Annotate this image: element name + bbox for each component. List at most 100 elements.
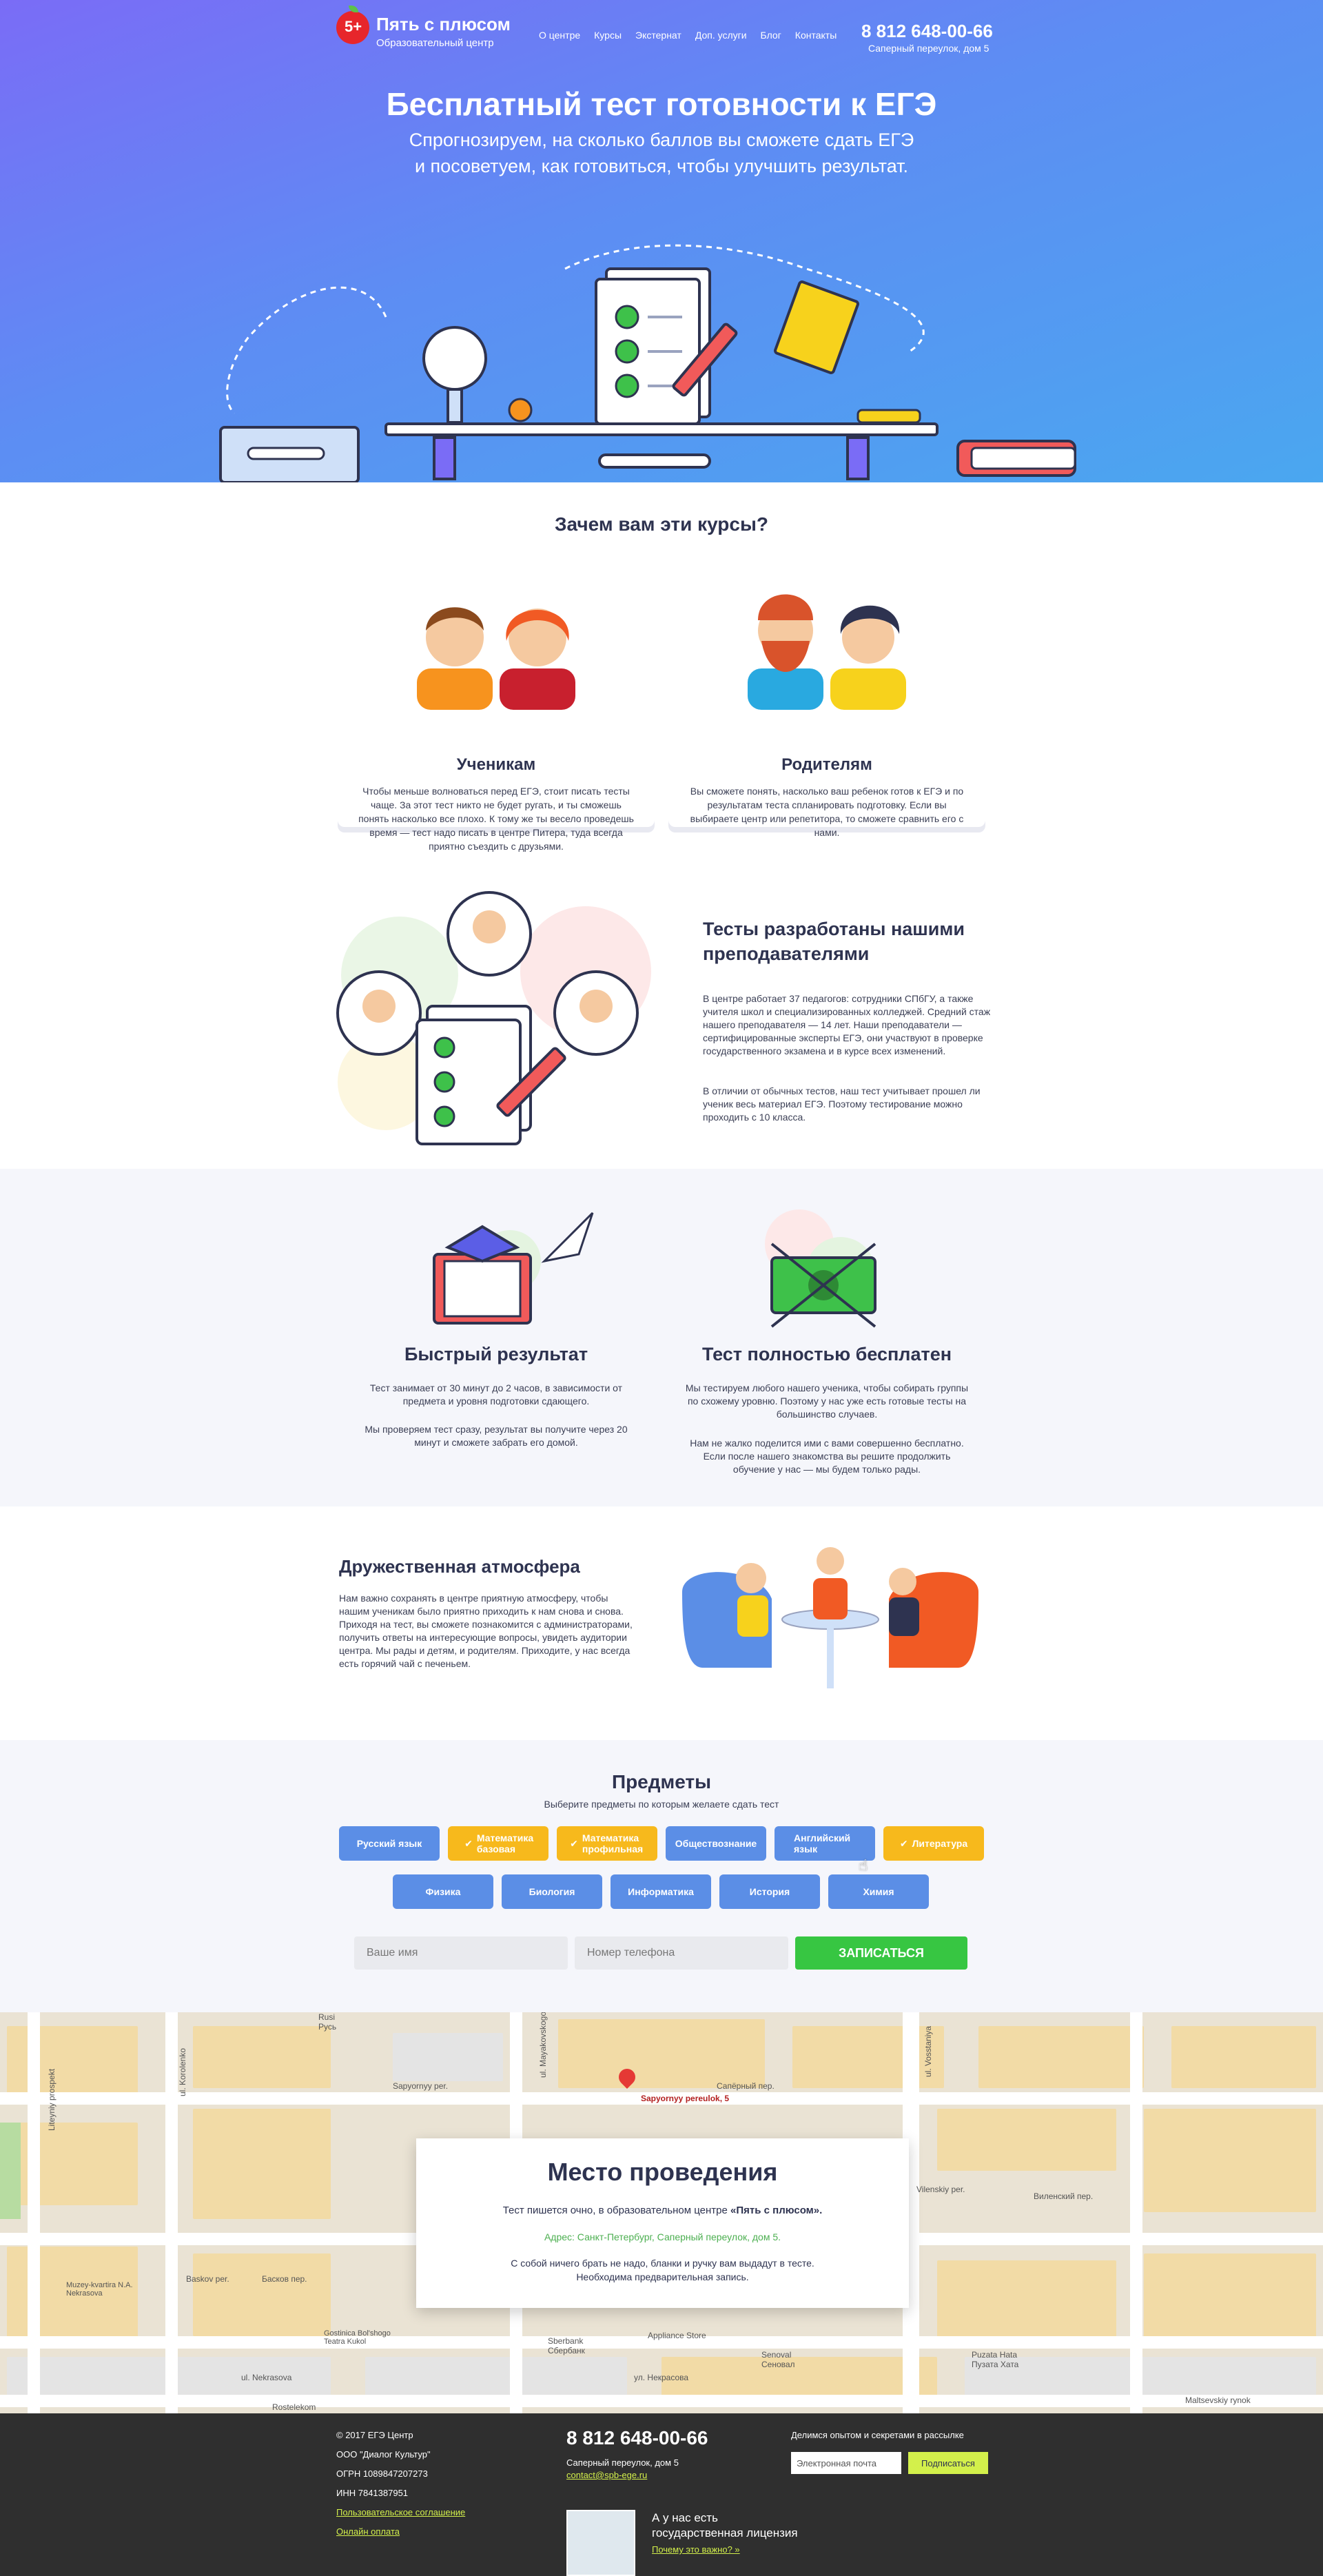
venue-center-name: «Пять с плюсом».	[730, 2205, 823, 2216]
license-link[interactable]: Почему это важно? »	[652, 2544, 740, 2555]
hero-section: 5+ Пять с плюсом Образовательный центр О…	[0, 0, 1323, 482]
subject-social[interactable]: Обществознание	[666, 1826, 766, 1861]
venue-line-4: Необходима предварительная запись.	[576, 2271, 749, 2282]
venue-line-1: Тест пишется очно, в образовательном цен…	[416, 2205, 909, 2216]
hero-subtitle-line-2: и посоветуем, как готовиться, чтобы улуч…	[414, 156, 909, 176]
subject-chemistry[interactable]: Химия	[828, 1874, 929, 1909]
teachers-text-2: В отличии от обычных тестов, наш тест уч…	[703, 1085, 981, 1123]
footer-payment-link[interactable]: Онлайн оплата	[336, 2526, 400, 2537]
hand-cursor-icon: ☝	[859, 1857, 868, 1874]
atmosphere-text: Нам важно сохранять в центре приятную ат…	[339, 1593, 633, 1669]
parents-card-text: Вы сможете понять, насколько ваш ребенок…	[690, 786, 964, 838]
nav-about[interactable]: О центре	[539, 30, 580, 41]
parents-illustration	[748, 594, 906, 710]
submit-button[interactable]: ЗАПИСАТЬСЯ	[795, 1936, 967, 1970]
license-line-2: государственная лицензия	[652, 2526, 798, 2539]
footer-copyright: © 2017 ЕГЭ Центр	[336, 2430, 413, 2440]
nav-blog[interactable]: Блог	[761, 30, 781, 41]
fast-result-title: Быстрый результат	[404, 1344, 588, 1364]
map-label: Rusi	[318, 2012, 336, 2022]
nav-courses[interactable]: Курсы	[594, 30, 622, 41]
hero-title: Бесплатный тест готовности к ЕГЭ	[386, 86, 937, 122]
subject-math-profile[interactable]: ✔ Математика профильная	[557, 1826, 657, 1861]
newsletter-title: Делимся опытом и секретами в рассылке	[791, 2430, 964, 2440]
subject-history[interactable]: История	[719, 1874, 820, 1909]
footer-inn: ИНН 7841387951	[336, 2488, 409, 2498]
phone-input[interactable]: Номер телефона	[575, 1936, 788, 1970]
subscribe-button[interactable]: Подписаться	[908, 2452, 988, 2474]
free-test-title: Тест полностью бесплатен	[701, 1344, 952, 1364]
students-card-text: Чтобы меньше волноваться перед ЕГЭ, стои…	[358, 786, 634, 852]
map-label: Sapyornyy per.	[393, 2081, 449, 2091]
map-label: ul. Nekrasova	[241, 2373, 292, 2382]
logo-subtitle: Образовательный центр	[376, 37, 494, 49]
students-illustration	[417, 607, 575, 710]
map-label: ul. Vosstaniya	[923, 2025, 934, 2078]
map-label: Русь	[318, 2022, 337, 2032]
logo-badge: 5+	[345, 18, 362, 35]
map-label: ул. Некрасова	[634, 2373, 689, 2382]
desk-illustration	[219, 244, 1076, 482]
teachers-title-line-2: преподавателями	[703, 943, 870, 964]
nav-contacts[interactable]: Контакты	[795, 30, 837, 41]
header-address: Саперный переулок, дом 5	[868, 43, 989, 54]
subject-math-basic-label: Математика базовая	[476, 1832, 534, 1854]
map-label: Senoval	[761, 2350, 792, 2360]
footer-phone[interactable]: 8 812 648-00-66	[566, 2427, 708, 2449]
map-label: Appliance Store	[648, 2331, 706, 2340]
atmosphere-title: Дружественная атмосфера	[339, 1556, 580, 1577]
map-marker-label: Sapyornyy pereulok, 5	[641, 2094, 730, 2103]
venue-line-3: С собой ничего брать не надо, бланки и р…	[511, 2258, 814, 2269]
footer-agreement-link[interactable]: Пользовательское соглашение	[336, 2507, 465, 2517]
map-label: Сеновал	[761, 2360, 795, 2369]
header-phone[interactable]: 8 812 648-00-66	[861, 21, 993, 42]
map-label: Сапёрный пер.	[717, 2081, 775, 2091]
check-icon: ✔	[464, 1838, 473, 1849]
venue-title: Место проведения	[547, 2158, 778, 2186]
venue-address: Адрес: Санкт-Петербург, Саперный переуло…	[544, 2231, 781, 2242]
map-label: Vilenskiy per.	[916, 2185, 965, 2194]
free-test-illustration	[765, 1209, 876, 1328]
footer-address: Саперный переулок, дом 5	[566, 2457, 679, 2468]
fast-result-text-1: Тест занимает от 30 минут до 2 часов, в …	[369, 1382, 623, 1407]
free-test-text-2: Нам не жалко поделится ими с вами соверш…	[690, 1438, 964, 1475]
students-card-title: Ученикам	[456, 755, 536, 774]
map-label: ul. Korolenko	[178, 2047, 188, 2097]
map-label: Сбербанк	[548, 2346, 585, 2355]
teachers-title-line-1: Тесты разработаны нашими	[703, 919, 965, 939]
name-input[interactable]: Ваше имя	[354, 1936, 568, 1970]
teachers-illustration	[336, 891, 651, 1145]
teachers-text-1: В центре работает 37 педагогов: сотрудни…	[703, 993, 991, 1056]
venue-card: Место проведения Тест пишется очно, в об…	[416, 2138, 909, 2308]
subject-informatics[interactable]: Информатика	[611, 1874, 711, 1909]
parents-card: Родителям Вы сможете понять, насколько в…	[668, 558, 985, 838]
map-label: ul. Mayakovskogo	[538, 2012, 548, 2078]
subjects-title: Предметы	[611, 1771, 712, 1792]
footer-ogrn: ОГРН 1089847207273	[336, 2468, 428, 2479]
nav-services[interactable]: Доп. услуги	[695, 30, 747, 41]
subject-english[interactable]: Английский язык	[775, 1826, 875, 1861]
hero-subtitle: Спрогнозируем, на сколько баллов вы смож…	[0, 127, 1323, 179]
subject-biology[interactable]: Биология	[502, 1874, 602, 1909]
subject-math-profile-label: Математика профильная	[582, 1832, 644, 1854]
parents-card-title: Родителям	[781, 755, 872, 774]
nav-externat[interactable]: Экстернат	[635, 30, 681, 41]
map-label: Maltsevskiy rynok	[1185, 2395, 1251, 2405]
license-image[interactable]	[566, 2510, 635, 2576]
subject-physics[interactable]: Физика	[393, 1874, 493, 1909]
footer-company: ООО "Диалог Культур"	[336, 2449, 431, 2460]
map-label: Басков пер.	[262, 2274, 307, 2284]
subject-math-basic[interactable]: ✔ Математика базовая	[448, 1826, 548, 1861]
subject-literature-label: Литература	[912, 1838, 968, 1849]
subject-russian[interactable]: Русский язык	[339, 1826, 440, 1861]
fast-result-illustration	[433, 1212, 594, 1325]
footer: © 2017 ЕГЭ Центр ООО "Диалог Культур" ОГ…	[0, 2413, 1323, 2576]
logo-title[interactable]: Пять с плюсом	[376, 14, 511, 35]
why-title: Зачем вам эти курсы?	[555, 513, 768, 535]
subject-literature[interactable]: ✔ Литература	[883, 1826, 984, 1861]
newsletter-email-input[interactable]: Электронная почта	[791, 2452, 901, 2474]
atmosphere-illustration	[682, 1547, 978, 1688]
fast-result-text-2: Мы проверяем тест сразу, результат вы по…	[365, 1424, 628, 1448]
footer-email[interactable]: contact@spb-ege.ru	[566, 2470, 647, 2480]
check-icon: ✔	[899, 1838, 908, 1849]
